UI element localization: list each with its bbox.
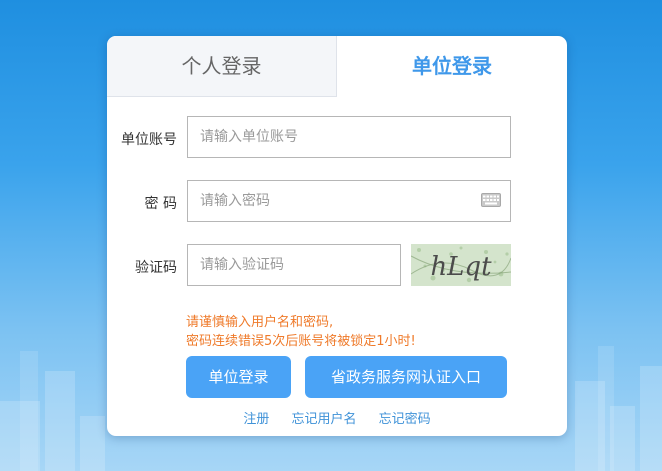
forgot-password-link[interactable]: 忘记密码 (379, 412, 431, 427)
captcha-input[interactable] (187, 244, 401, 286)
password-label: 密 码 (144, 196, 177, 212)
account-label: 单位账号 (121, 132, 177, 148)
captcha-label: 验证码 (135, 260, 177, 276)
tab-unit-login[interactable]: 单位登录 (337, 36, 567, 96)
footer-links: 注册 忘记用户名 忘记密码 (107, 408, 567, 427)
register-link[interactable]: 注册 (243, 412, 269, 427)
keyboard-icon[interactable] (481, 193, 501, 207)
password-input[interactable] (187, 180, 511, 222)
tab-personal-login[interactable]: 个人登录 (107, 36, 337, 97)
warning-line-1: 请谨慎输入用户名和密码, (186, 315, 334, 330)
captcha-noise: hLqt (411, 244, 511, 286)
forgot-username-link[interactable]: 忘记用户名 (291, 412, 356, 427)
captcha-image[interactable]: hLqt (411, 244, 511, 286)
gov-service-login-button[interactable]: 省政务服务网认证入口 (305, 356, 507, 398)
captcha-text: hLqt (430, 252, 492, 282)
password-field-wrap (187, 180, 511, 222)
warning-line-2: 密码连续错误5次后账号将被锁定1小时! (186, 334, 416, 349)
login-tabs: 个人登录 单位登录 (107, 36, 567, 97)
unit-login-button[interactable]: 单位登录 (186, 356, 291, 398)
account-input[interactable] (187, 116, 511, 158)
login-card: 个人登录 单位登录 单位账号 密 码 验证码 (107, 36, 567, 436)
